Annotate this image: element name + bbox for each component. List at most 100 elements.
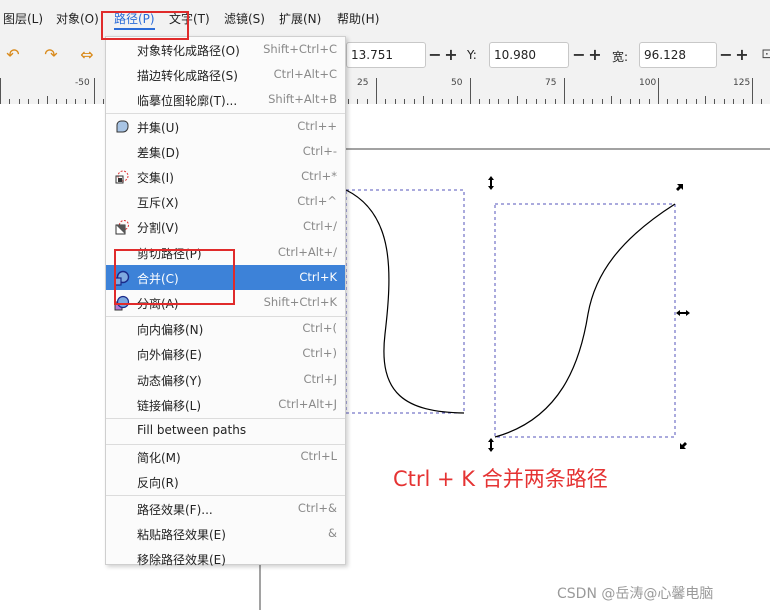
path-menu-item[interactable]: 简化(M) Ctrl+L (106, 444, 345, 469)
path-menu-item[interactable]: 粘贴路径效果(E) & (106, 521, 345, 546)
menu-item-label: 对象转化成路径(O) (137, 44, 240, 58)
path-menu-item[interactable]: Fill between paths (106, 418, 345, 443)
path-menu-dropdown: 对象转化成路径(O) Shift+Ctrl+C 描边转化成路径(S) Ctrl+Alt… (105, 36, 346, 567)
right-path-bbox (494, 203, 676, 438)
width-field[interactable]: 96.128 (639, 42, 717, 68)
rotate-cw-icon[interactable]: ↷ (40, 44, 62, 66)
menu-item-label: 描边转化成路径(S) (137, 69, 238, 84)
menu-object[interactable]: 对象(O) (56, 10, 99, 28)
ruler-label: 100 (639, 78, 657, 88)
path-menu-item[interactable]: 向内偏移(N) Ctrl+( (106, 316, 345, 341)
selection-handles[interactable] (488, 176, 690, 452)
path-menu-item[interactable]: 路径效果(F)... Ctrl+& (106, 496, 345, 521)
menu-item-shortcut: Ctrl+- (302, 143, 337, 158)
scale-handle-icon[interactable] (680, 442, 687, 449)
path-menu-item[interactable]: 动态偏移(Y) Ctrl+J (106, 367, 345, 392)
path-menu-item[interactable]: 分离(A) Shift+Ctrl+K (106, 290, 345, 315)
menu-path[interactable]: 路径(P) (114, 10, 155, 30)
menu-bar: 图层(L) 对象(O) 路径(P) 文字(T) 滤镜(S) 扩展(N) 帮助(H… (0, 0, 770, 36)
flip-horizontal-icon[interactable]: ⇔ (76, 44, 98, 66)
x-field[interactable]: 13.751 (346, 42, 426, 68)
path-menu-item[interactable]: 剪切路径(P) Ctrl+Alt+/ (106, 240, 345, 265)
menu-item-label: 向外偏移(E) (137, 348, 202, 363)
menu-item-shortcut: & (328, 525, 337, 540)
path-menu-item[interactable]: 链接偏移(L) Ctrl+Alt+J (106, 392, 345, 417)
scale-handle-icon[interactable] (488, 176, 494, 190)
ruler-label: -50 (75, 78, 90, 88)
menu-item-shortcut: Ctrl+( (302, 321, 337, 336)
menu-item-label: 交集(I) (137, 171, 174, 185)
ruler-label: 50 (451, 78, 463, 88)
menu-item-label: 临摹位图轮廓(T)... (137, 94, 238, 109)
menu-item-label: 简化(M) (137, 451, 181, 466)
path-menu-item[interactable]: 反向(R) (106, 469, 345, 494)
union-icon (114, 119, 130, 135)
menu-item-shortcut: Ctrl+K (299, 269, 337, 284)
path-menu-item[interactable]: 描边转化成路径(S) Ctrl+Alt+C (106, 62, 345, 87)
path-menu-item[interactable]: 差集(D) Ctrl+- (106, 139, 345, 164)
y-label: Y: (467, 48, 477, 62)
menu-item-label: 分离(A) (137, 297, 179, 311)
width-plus-button[interactable]: + (735, 44, 749, 66)
width-minus-button[interactable]: − (719, 44, 733, 66)
lock-ratio-icon[interactable]: ⊡ (756, 44, 770, 66)
menu-item-label: 合并(C) (137, 271, 179, 286)
menu-layer[interactable]: 图层(L) (3, 10, 43, 28)
path-menu-item[interactable]: 移除路径效果(E) (106, 546, 345, 571)
menu-item-shortcut: Ctrl+/ (303, 219, 337, 234)
break-apart-icon (114, 295, 130, 311)
path-menu-item[interactable]: 交集(I) Ctrl+* (106, 164, 345, 189)
menu-item-shortcut: Shift+Alt+B (268, 92, 337, 107)
path-menu-item[interactable]: 对象转化成路径(O) Shift+Ctrl+C (106, 37, 345, 62)
menu-item-shortcut: Ctrl+L (300, 449, 337, 464)
menu-filters[interactable]: 滤镜(S) (224, 10, 265, 28)
menu-extensions[interactable]: 扩展(N) (279, 10, 321, 28)
ruler-label: 75 (545, 78, 557, 88)
combine-icon (114, 270, 130, 286)
menu-item-label: 差集(D) (137, 145, 180, 160)
scale-handle-icon[interactable] (488, 438, 494, 452)
menu-item-label: Fill between paths (137, 423, 247, 437)
menu-item-shortcut: Ctrl+J (303, 371, 338, 386)
right-curve-path[interactable] (494, 203, 676, 438)
watermark: CSDN @岳涛@心馨电脑 (557, 586, 714, 602)
path-menu-item[interactable]: 合并(C) Ctrl+K (106, 264, 345, 290)
menu-item-label: 向内偏移(N) (137, 323, 204, 338)
menu-item-shortcut: Ctrl+Alt+J (278, 396, 337, 411)
menu-item-label: 反向(R) (137, 476, 179, 491)
menu-item-shortcut: Ctrl+^ (297, 194, 337, 209)
annotation-caption: Ctrl + K 合并两条路径 (393, 467, 608, 491)
menu-item-label: 并集(U) (137, 120, 180, 135)
x-minus-button[interactable]: − (428, 44, 442, 66)
menu-text[interactable]: 文字(T) (169, 10, 210, 28)
y-plus-button[interactable]: + (588, 44, 602, 66)
menu-help[interactable]: 帮助(H) (337, 10, 379, 28)
path-menu-item[interactable]: 分割(V) Ctrl+/ (106, 214, 345, 239)
menu-item-shortcut: Ctrl++ (297, 118, 337, 133)
menu-item-shortcut: Ctrl+* (301, 169, 337, 183)
ruler-label: 25 (357, 78, 369, 88)
menu-item-label: 互斥(X) (137, 196, 179, 211)
menu-item-shortcut: Shift+Ctrl+K (263, 295, 337, 309)
ruler-label: 125 (733, 78, 751, 88)
scale-handle-icon[interactable] (676, 310, 690, 316)
scale-handle-icon[interactable] (676, 184, 683, 191)
menu-item-label: 剪切路径(P) (137, 246, 202, 261)
left-curve-path[interactable] (345, 189, 465, 414)
menu-item-shortcut: Ctrl+& (297, 500, 337, 515)
rotate-ccw-icon[interactable]: ↶ (2, 44, 24, 66)
width-label: 宽: (612, 50, 629, 64)
path-menu-item[interactable]: 向外偏移(E) Ctrl+) (106, 341, 345, 366)
division-icon (114, 219, 130, 235)
menu-item-shortcut: Shift+Ctrl+C (263, 42, 337, 56)
path-menu-item[interactable]: 临摹位图轮廓(T)... Shift+Alt+B (106, 87, 345, 112)
y-field[interactable]: 10.980 (489, 42, 569, 68)
y-minus-button[interactable]: − (572, 44, 586, 66)
path-menu-item[interactable]: 互斥(X) Ctrl+^ (106, 189, 345, 214)
menu-item-label: 链接偏移(L) (137, 398, 202, 413)
path-menu-item[interactable]: 并集(U) Ctrl++ (106, 114, 345, 139)
menu-item-shortcut: Ctrl+Alt+/ (277, 244, 337, 259)
x-plus-button[interactable]: + (444, 44, 458, 66)
menu-item-label: 分割(V) (137, 221, 179, 236)
left-path-bbox (345, 189, 465, 414)
